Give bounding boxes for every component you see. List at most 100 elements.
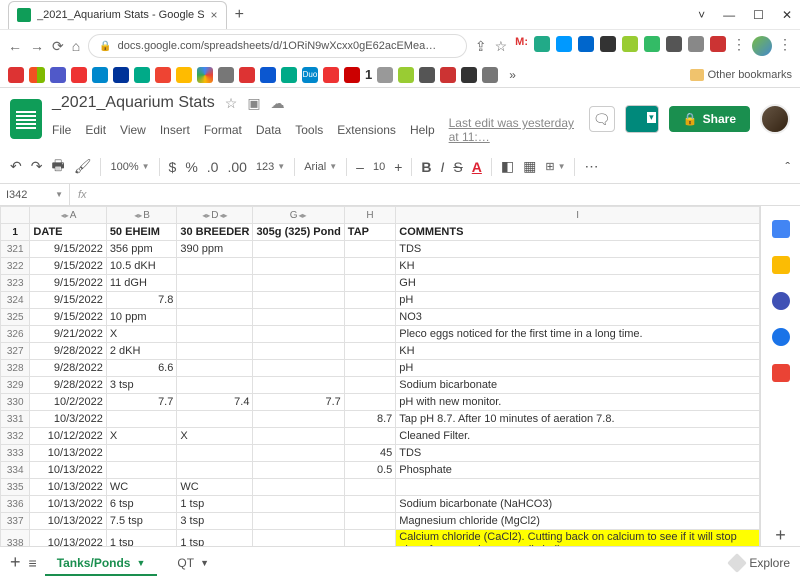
zoom-dropdown[interactable]: 100%▼ [110, 161, 149, 173]
percent-icon[interactable]: % [185, 159, 197, 175]
row-header[interactable]: 336 [1, 496, 30, 513]
bookmark-icon[interactable] [50, 67, 66, 83]
sheet-tab[interactable]: QT▼ [165, 550, 221, 576]
cell[interactable]: X [106, 326, 177, 343]
cell[interactable] [253, 428, 344, 445]
row-header[interactable]: 334 [1, 462, 30, 479]
cell[interactable] [344, 343, 395, 360]
increase-decimal-icon[interactable]: .00 [227, 159, 246, 175]
cell[interactable] [253, 479, 344, 496]
bookmark-overflow-icon[interactable]: » [509, 68, 516, 82]
cell[interactable]: pH with new monitor. [396, 394, 760, 411]
cell[interactable]: pH [396, 292, 760, 309]
col-header[interactable]: H [344, 207, 395, 224]
user-avatar[interactable] [760, 104, 790, 134]
row-header[interactable]: 1 [1, 224, 30, 241]
cell[interactable] [253, 360, 344, 377]
cell[interactable] [344, 309, 395, 326]
other-bookmarks[interactable]: Other bookmarks [690, 69, 792, 81]
cell[interactable] [253, 275, 344, 292]
cell[interactable] [253, 326, 344, 343]
chevron-down-icon[interactable]: ˅ [698, 8, 705, 22]
bookmark-icon[interactable] [323, 67, 339, 83]
bookmark-icon[interactable] [461, 67, 477, 83]
bookmark-icon[interactable] [134, 67, 150, 83]
cell[interactable]: 0.5 [344, 462, 395, 479]
menu-edit[interactable]: Edit [85, 123, 106, 137]
bookmark-icon[interactable] [113, 67, 129, 83]
cell[interactable] [344, 530, 395, 547]
cell[interactable]: 3 tsp [177, 513, 253, 530]
print-icon[interactable]: 🖶 [51, 155, 64, 179]
menu-format[interactable]: Format [204, 123, 242, 137]
cell[interactable] [344, 394, 395, 411]
bookmark-icon[interactable] [155, 67, 171, 83]
cell[interactable]: 11 dGH [106, 275, 177, 292]
cell[interactable] [344, 377, 395, 394]
fill-color-icon[interactable]: ◧ [501, 158, 514, 175]
row-header[interactable]: 331 [1, 411, 30, 428]
cell[interactable]: 10 ppm [106, 309, 177, 326]
cell[interactable]: 10/13/2022 [30, 513, 106, 530]
minimize-icon[interactable]: ― [723, 8, 735, 22]
explore-button[interactable]: Explore [730, 556, 790, 570]
calendar-icon[interactable] [772, 220, 790, 238]
bookmark-icon[interactable] [281, 67, 297, 83]
cell[interactable] [253, 445, 344, 462]
cell[interactable]: 10/12/2022 [30, 428, 106, 445]
currency-icon[interactable]: $ [169, 159, 177, 175]
bookmark-icon[interactable] [440, 67, 456, 83]
cell[interactable]: 7.7 [106, 394, 177, 411]
cell[interactable]: X [177, 428, 253, 445]
cell[interactable]: 9/15/2022 [30, 241, 106, 258]
merge-dropdown[interactable]: ⊞▼ [545, 160, 565, 173]
cell[interactable]: 2 dKH [106, 343, 177, 360]
cell[interactable]: 9/15/2022 [30, 258, 106, 275]
cell[interactable]: 1 tsp [177, 496, 253, 513]
bookmark-icon[interactable] [239, 67, 255, 83]
bookmark-icon[interactable]: Duo [302, 67, 318, 83]
cell[interactable] [177, 360, 253, 377]
share-button[interactable]: 🔒 Share [669, 106, 750, 132]
menu-insert[interactable]: Insert [160, 123, 190, 137]
bookmark-icon[interactable] [218, 67, 234, 83]
collapse-toolbar-icon[interactable]: ˆ [785, 159, 790, 175]
cell[interactable] [253, 241, 344, 258]
row-header[interactable]: 337 [1, 513, 30, 530]
keep-icon[interactable] [772, 256, 790, 274]
borders-icon[interactable]: ▦ [523, 158, 536, 175]
row-header[interactable]: 323 [1, 275, 30, 292]
cell[interactable]: 10/13/2022 [30, 462, 106, 479]
cell[interactable]: TDS [396, 241, 760, 258]
row-header[interactable]: 328 [1, 360, 30, 377]
ext-icon[interactable] [710, 36, 726, 52]
col-header[interactable]: G◂▸ [253, 207, 344, 224]
meet-button[interactable] [625, 105, 659, 133]
cell[interactable] [344, 360, 395, 377]
redo-icon[interactable]: ↷ [31, 158, 43, 175]
cell[interactable]: WC [106, 479, 177, 496]
browser-tab[interactable]: _2021_Aquarium Stats - Google S × [8, 1, 227, 29]
cell[interactable]: 1 tsp [106, 530, 177, 547]
cell[interactable] [253, 377, 344, 394]
cell[interactable] [177, 445, 253, 462]
cell[interactable] [344, 258, 395, 275]
cell[interactable] [177, 462, 253, 479]
cell[interactable]: 1 tsp [177, 530, 253, 547]
font-dropdown[interactable]: Arial▼ [304, 161, 337, 173]
text-color-icon[interactable]: A [472, 159, 482, 175]
cell[interactable]: KH [396, 343, 760, 360]
bookmark-icon[interactable] [260, 67, 276, 83]
undo-icon[interactable]: ↶ [10, 158, 22, 175]
share-url-icon[interactable]: ⇪ [475, 38, 487, 55]
contacts-icon[interactable] [772, 328, 790, 346]
cell[interactable]: 10.5 dKH [106, 258, 177, 275]
cell[interactable]: 8.7 [344, 411, 395, 428]
decrease-decimal-icon[interactable]: .0 [207, 159, 219, 175]
bookmark-icon[interactable] [344, 67, 360, 83]
cell[interactable]: 6.6 [106, 360, 177, 377]
cell[interactable]: Pleco eggs noticed for the first time in… [396, 326, 760, 343]
bookmark-icon[interactable] [197, 67, 213, 83]
bookmark-icon[interactable]: 1 [365, 67, 372, 82]
cell[interactable]: 45 [344, 445, 395, 462]
